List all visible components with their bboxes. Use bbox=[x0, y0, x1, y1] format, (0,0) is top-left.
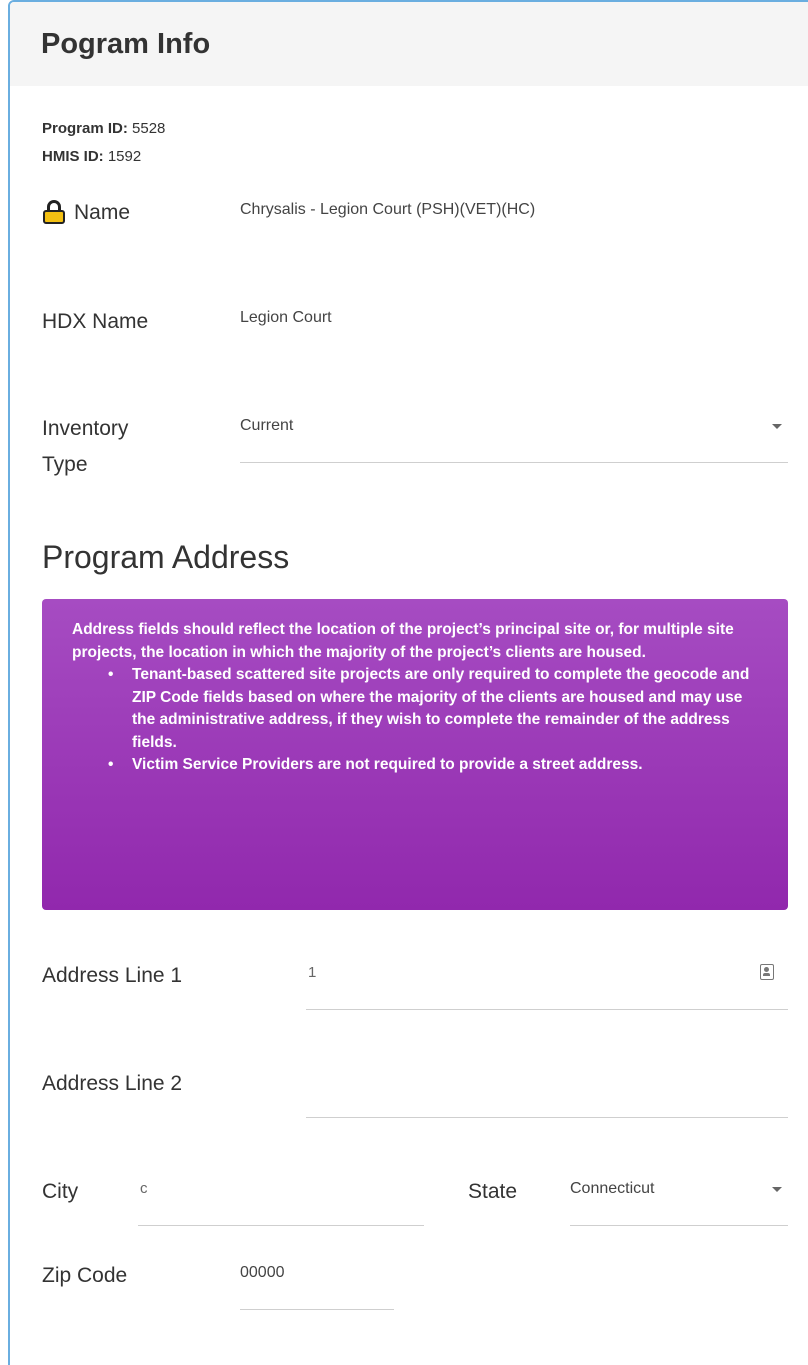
city-input[interactable]: c bbox=[138, 1170, 424, 1226]
hmis-id-value: 1592 bbox=[107, 148, 142, 165]
inventory-type-label-line2: Type bbox=[42, 453, 88, 476]
program-id-value: 5528 bbox=[132, 120, 166, 137]
inventory-type-label: Inventory Type bbox=[42, 411, 128, 483]
city-underline bbox=[138, 1225, 424, 1226]
inventory-type-underline bbox=[240, 462, 788, 463]
contact-card-icon[interactable] bbox=[760, 964, 774, 980]
inventory-type-label-line1: Inventory bbox=[42, 417, 129, 440]
chevron-down-icon bbox=[772, 1187, 782, 1192]
hdx-name-value: Legion Court bbox=[240, 309, 332, 326]
address-info-bullet: Tenant-based scattered site projects are… bbox=[108, 664, 758, 754]
name-value: Chrysalis - Legion Court (PSH)(VET)(HC) bbox=[240, 201, 536, 218]
address-info-list: Tenant-based scattered site projects are… bbox=[108, 664, 758, 777]
state-label: State bbox=[468, 1180, 518, 1203]
state-select[interactable]: Connecticut bbox=[570, 1170, 788, 1226]
address-line1-underline bbox=[306, 1009, 788, 1010]
program-info-card: Pogram Info Program ID: 5528 HMIS ID: 15… bbox=[8, 0, 808, 1365]
address-line1-input[interactable]: 1 bbox=[306, 952, 788, 1010]
program-id: Program ID: 5528 bbox=[42, 120, 165, 137]
zip-code-label: Zip Code bbox=[42, 1264, 128, 1287]
address-info-bullet: Victim Service Providers are not require… bbox=[108, 754, 758, 777]
city-value: c bbox=[140, 1180, 148, 1197]
address-line1-value: 1 bbox=[308, 964, 317, 981]
hmis-id-label: HMIS ID: bbox=[42, 148, 104, 165]
hdx-name-label: HDX Name bbox=[42, 310, 149, 333]
card-title: Pogram Info bbox=[41, 28, 211, 60]
lock-icon bbox=[43, 200, 65, 224]
zip-code-input[interactable]: 00000 bbox=[240, 1254, 394, 1310]
state-underline bbox=[570, 1225, 788, 1226]
address-line2-input[interactable] bbox=[306, 1062, 788, 1118]
address-line1-label: Address Line 1 bbox=[42, 964, 183, 987]
program-address-title: Program Address bbox=[42, 539, 290, 575]
chevron-down-icon bbox=[772, 424, 782, 429]
card-header: Pogram Info bbox=[10, 2, 808, 86]
zip-code-underline bbox=[240, 1309, 394, 1310]
hmis-id: HMIS ID: 1592 bbox=[42, 148, 141, 165]
address-line2-underline bbox=[306, 1117, 788, 1118]
program-id-label: Program ID: bbox=[42, 120, 128, 137]
address-info-intro: Address fields should reflect the locati… bbox=[72, 621, 734, 661]
address-line2-label: Address Line 2 bbox=[42, 1072, 183, 1095]
address-info-box: Address fields should reflect the locati… bbox=[42, 599, 788, 910]
city-label: City bbox=[42, 1180, 79, 1203]
name-label: Name bbox=[74, 201, 131, 224]
inventory-type-select[interactable]: Current bbox=[240, 407, 788, 463]
state-value: Connecticut bbox=[570, 1180, 655, 1197]
inventory-type-value: Current bbox=[240, 417, 294, 434]
zip-code-value: 00000 bbox=[240, 1264, 285, 1281]
